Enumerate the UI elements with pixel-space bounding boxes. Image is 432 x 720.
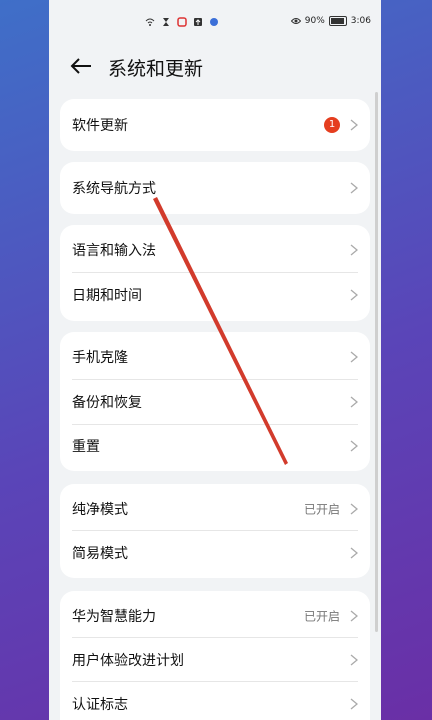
phone-screen: 90% 3:06 系统和更新 软件更新 1 系统导航方式 语言和输入法 日期和时… [49,0,381,720]
row-pure-mode[interactable]: 纯净模式 已开启 [60,487,370,531]
page-title: 系统和更新 [108,58,204,80]
battery-percent: 90% [304,16,325,26]
row-phone-clone[interactable]: 手机克隆 [60,335,370,379]
status-right: 90% 3:06 [290,16,371,26]
row-label: 认证标志 [72,697,128,713]
row-label: 简易模式 [72,546,128,562]
section-card: 系统导航方式 [60,162,370,214]
row-label: 纯净模式 [72,502,128,518]
wifi-icon [145,18,155,26]
row-navigation-mode[interactable]: 系统导航方式 [60,166,370,210]
status-icons [145,17,219,27]
header: 系统和更新 [49,50,381,84]
section-card: 纯净模式 已开启 简易模式 [60,484,370,578]
row-label: 重置 [72,439,100,455]
section-card: 华为智慧能力 已开启 用户体验改进计划 认证标志 [60,591,370,720]
section-card: 手机克隆 备份和恢复 重置 [60,332,370,471]
chevron-right-icon [350,547,358,559]
chevron-right-icon [350,119,358,131]
section-card: 软件更新 1 [60,99,370,151]
row-certification[interactable]: 认证标志 [60,682,370,720]
row-status: 已开启 [303,609,340,624]
row-label: 日期和时间 [72,288,142,304]
chevron-right-icon [350,440,358,452]
chevron-right-icon [350,182,358,194]
row-label: 系统导航方式 [72,181,156,197]
chevron-right-icon [350,244,358,256]
update-badge: 1 [324,117,340,133]
scrollbar[interactable] [375,92,378,632]
chevron-right-icon [350,396,358,408]
eye-icon [290,18,301,24]
row-label: 用户体验改进计划 [72,653,184,669]
notification-icon [177,17,187,27]
app-icon [210,18,218,26]
row-ux-improvement[interactable]: 用户体验改进计划 [60,638,370,682]
row-label: 手机克隆 [72,350,128,366]
upload-icon [194,18,202,26]
chevron-right-icon [350,610,358,622]
chevron-right-icon [350,698,358,710]
row-label: 语言和输入法 [72,243,156,259]
status-bar: 90% 3:06 [49,0,381,44]
row-backup-restore[interactable]: 备份和恢复 [60,380,370,424]
section-card: 语言和输入法 日期和时间 [60,225,370,321]
row-simple-mode[interactable]: 简易模式 [60,531,370,575]
chevron-right-icon [350,654,358,666]
hourglass-icon [163,18,169,26]
row-huawei-intelligence[interactable]: 华为智慧能力 已开启 [60,594,370,638]
row-software-update[interactable]: 软件更新 1 [60,103,370,147]
row-status: 已开启 [303,502,340,517]
battery-icon [328,16,347,26]
row-label: 软件更新 [72,118,128,134]
row-language-input[interactable]: 语言和输入法 [60,228,370,272]
chevron-right-icon [350,289,358,301]
row-label: 备份和恢复 [72,395,142,411]
chevron-right-icon [350,351,358,363]
row-date-time[interactable]: 日期和时间 [60,273,370,317]
chevron-right-icon [350,503,358,515]
clock: 3:06 [350,16,371,26]
back-arrow-icon[interactable] [69,56,93,76]
row-reset[interactable]: 重置 [60,424,370,468]
row-label: 华为智慧能力 [72,609,156,625]
